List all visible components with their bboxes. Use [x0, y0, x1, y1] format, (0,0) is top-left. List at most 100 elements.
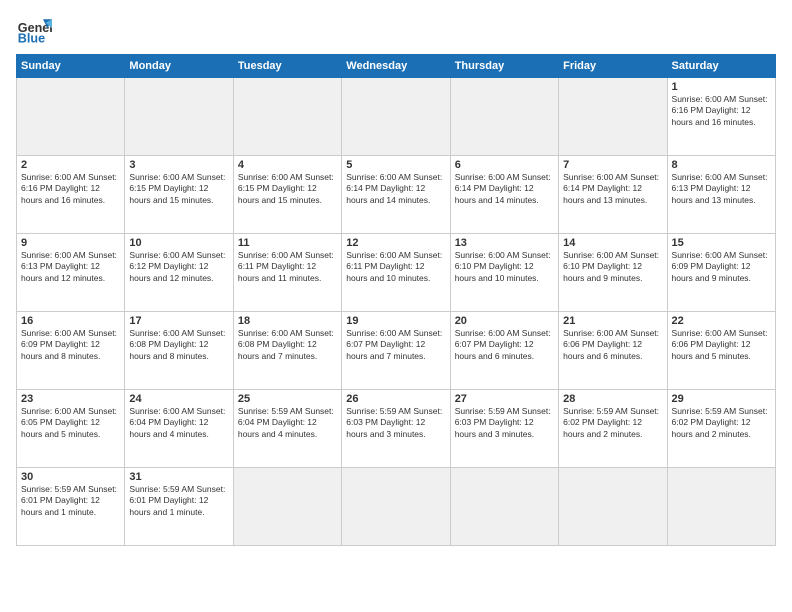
- day-number: 6: [455, 159, 554, 171]
- day-info: Sunrise: 6:00 AM Sunset: 6:06 PM Dayligh…: [563, 328, 662, 362]
- day-info: Sunrise: 6:00 AM Sunset: 6:14 PM Dayligh…: [455, 172, 554, 206]
- weekday-header: Sunday: [17, 55, 125, 78]
- calendar-day-cell: 7Sunrise: 6:00 AM Sunset: 6:14 PM Daylig…: [559, 156, 667, 234]
- calendar-day-cell: 25Sunrise: 5:59 AM Sunset: 6:04 PM Dayli…: [233, 390, 341, 468]
- calendar-header: SundayMondayTuesdayWednesdayThursdayFrid…: [17, 55, 776, 78]
- calendar-day-cell: 2Sunrise: 6:00 AM Sunset: 6:16 PM Daylig…: [17, 156, 125, 234]
- day-info: Sunrise: 6:00 AM Sunset: 6:16 PM Dayligh…: [672, 94, 771, 128]
- calendar-day-cell: 12Sunrise: 6:00 AM Sunset: 6:11 PM Dayli…: [342, 234, 450, 312]
- calendar-day-cell: 16Sunrise: 6:00 AM Sunset: 6:09 PM Dayli…: [17, 312, 125, 390]
- svg-text:Blue: Blue: [18, 32, 45, 46]
- day-number: 4: [238, 159, 337, 171]
- day-number: 20: [455, 315, 554, 327]
- day-info: Sunrise: 6:00 AM Sunset: 6:15 PM Dayligh…: [238, 172, 337, 206]
- calendar-week-row: 30Sunrise: 5:59 AM Sunset: 6:01 PM Dayli…: [17, 468, 776, 546]
- weekday-header: Wednesday: [342, 55, 450, 78]
- day-number: 30: [21, 471, 120, 483]
- day-info: Sunrise: 5:59 AM Sunset: 6:02 PM Dayligh…: [672, 406, 771, 440]
- calendar-day-cell: 3Sunrise: 6:00 AM Sunset: 6:15 PM Daylig…: [125, 156, 233, 234]
- day-number: 18: [238, 315, 337, 327]
- calendar-day-cell: 18Sunrise: 6:00 AM Sunset: 6:08 PM Dayli…: [233, 312, 341, 390]
- day-info: Sunrise: 5:59 AM Sunset: 6:01 PM Dayligh…: [129, 484, 228, 518]
- day-number: 25: [238, 393, 337, 405]
- day-number: 3: [129, 159, 228, 171]
- calendar-day-cell: [233, 78, 341, 156]
- day-number: 13: [455, 237, 554, 249]
- day-number: 1: [672, 81, 771, 93]
- calendar-day-cell: [233, 468, 341, 546]
- day-info: Sunrise: 6:00 AM Sunset: 6:07 PM Dayligh…: [455, 328, 554, 362]
- day-info: Sunrise: 5:59 AM Sunset: 6:02 PM Dayligh…: [563, 406, 662, 440]
- day-info: Sunrise: 5:59 AM Sunset: 6:01 PM Dayligh…: [21, 484, 120, 518]
- weekday-row: SundayMondayTuesdayWednesdayThursdayFrid…: [17, 55, 776, 78]
- day-info: Sunrise: 6:00 AM Sunset: 6:11 PM Dayligh…: [238, 250, 337, 284]
- day-number: 10: [129, 237, 228, 249]
- calendar-day-cell: 23Sunrise: 6:00 AM Sunset: 6:05 PM Dayli…: [17, 390, 125, 468]
- day-info: Sunrise: 6:00 AM Sunset: 6:13 PM Dayligh…: [672, 172, 771, 206]
- calendar-table: SundayMondayTuesdayWednesdayThursdayFrid…: [16, 54, 776, 546]
- day-number: 31: [129, 471, 228, 483]
- calendar-day-cell: [342, 468, 450, 546]
- calendar-week-row: 2Sunrise: 6:00 AM Sunset: 6:16 PM Daylig…: [17, 156, 776, 234]
- day-number: 16: [21, 315, 120, 327]
- day-number: 15: [672, 237, 771, 249]
- day-number: 17: [129, 315, 228, 327]
- calendar-day-cell: 14Sunrise: 6:00 AM Sunset: 6:10 PM Dayli…: [559, 234, 667, 312]
- day-number: 29: [672, 393, 771, 405]
- weekday-header: Thursday: [450, 55, 558, 78]
- day-info: Sunrise: 5:59 AM Sunset: 6:04 PM Dayligh…: [238, 406, 337, 440]
- calendar-day-cell: 5Sunrise: 6:00 AM Sunset: 6:14 PM Daylig…: [342, 156, 450, 234]
- calendar-day-cell: 11Sunrise: 6:00 AM Sunset: 6:11 PM Dayli…: [233, 234, 341, 312]
- calendar-day-cell: 6Sunrise: 6:00 AM Sunset: 6:14 PM Daylig…: [450, 156, 558, 234]
- calendar-week-row: 16Sunrise: 6:00 AM Sunset: 6:09 PM Dayli…: [17, 312, 776, 390]
- calendar-day-cell: [559, 78, 667, 156]
- calendar-day-cell: 30Sunrise: 5:59 AM Sunset: 6:01 PM Dayli…: [17, 468, 125, 546]
- calendar-day-cell: [667, 468, 775, 546]
- day-info: Sunrise: 6:00 AM Sunset: 6:10 PM Dayligh…: [455, 250, 554, 284]
- day-info: Sunrise: 6:00 AM Sunset: 6:05 PM Dayligh…: [21, 406, 120, 440]
- day-number: 5: [346, 159, 445, 171]
- day-number: 11: [238, 237, 337, 249]
- logo: General Blue: [16, 12, 52, 48]
- day-info: Sunrise: 6:00 AM Sunset: 6:04 PM Dayligh…: [129, 406, 228, 440]
- day-info: Sunrise: 5:59 AM Sunset: 6:03 PM Dayligh…: [455, 406, 554, 440]
- weekday-header: Friday: [559, 55, 667, 78]
- day-number: 14: [563, 237, 662, 249]
- calendar-week-row: 9Sunrise: 6:00 AM Sunset: 6:13 PM Daylig…: [17, 234, 776, 312]
- calendar-day-cell: 10Sunrise: 6:00 AM Sunset: 6:12 PM Dayli…: [125, 234, 233, 312]
- calendar-day-cell: 17Sunrise: 6:00 AM Sunset: 6:08 PM Dayli…: [125, 312, 233, 390]
- day-number: 27: [455, 393, 554, 405]
- calendar-week-row: 1Sunrise: 6:00 AM Sunset: 6:16 PM Daylig…: [17, 78, 776, 156]
- day-info: Sunrise: 6:00 AM Sunset: 6:13 PM Dayligh…: [21, 250, 120, 284]
- day-number: 22: [672, 315, 771, 327]
- day-info: Sunrise: 6:00 AM Sunset: 6:09 PM Dayligh…: [21, 328, 120, 362]
- calendar-day-cell: 15Sunrise: 6:00 AM Sunset: 6:09 PM Dayli…: [667, 234, 775, 312]
- logo-icon: General Blue: [16, 12, 52, 48]
- header: General Blue: [16, 12, 776, 48]
- day-number: 24: [129, 393, 228, 405]
- day-info: Sunrise: 6:00 AM Sunset: 6:16 PM Dayligh…: [21, 172, 120, 206]
- calendar-day-cell: 29Sunrise: 5:59 AM Sunset: 6:02 PM Dayli…: [667, 390, 775, 468]
- day-number: 26: [346, 393, 445, 405]
- calendar-day-cell: 22Sunrise: 6:00 AM Sunset: 6:06 PM Dayli…: [667, 312, 775, 390]
- calendar-day-cell: 26Sunrise: 5:59 AM Sunset: 6:03 PM Dayli…: [342, 390, 450, 468]
- calendar-day-cell: 4Sunrise: 6:00 AM Sunset: 6:15 PM Daylig…: [233, 156, 341, 234]
- day-number: 19: [346, 315, 445, 327]
- calendar-day-cell: 27Sunrise: 5:59 AM Sunset: 6:03 PM Dayli…: [450, 390, 558, 468]
- day-number: 23: [21, 393, 120, 405]
- weekday-header: Saturday: [667, 55, 775, 78]
- calendar-day-cell: [559, 468, 667, 546]
- calendar-day-cell: 20Sunrise: 6:00 AM Sunset: 6:07 PM Dayli…: [450, 312, 558, 390]
- day-number: 2: [21, 159, 120, 171]
- calendar-day-cell: 9Sunrise: 6:00 AM Sunset: 6:13 PM Daylig…: [17, 234, 125, 312]
- calendar-day-cell: 28Sunrise: 5:59 AM Sunset: 6:02 PM Dayli…: [559, 390, 667, 468]
- calendar-body: 1Sunrise: 6:00 AM Sunset: 6:16 PM Daylig…: [17, 78, 776, 546]
- day-number: 21: [563, 315, 662, 327]
- day-number: 28: [563, 393, 662, 405]
- calendar-day-cell: [450, 468, 558, 546]
- day-info: Sunrise: 6:00 AM Sunset: 6:09 PM Dayligh…: [672, 250, 771, 284]
- day-info: Sunrise: 6:00 AM Sunset: 6:15 PM Dayligh…: [129, 172, 228, 206]
- day-info: Sunrise: 6:00 AM Sunset: 6:11 PM Dayligh…: [346, 250, 445, 284]
- calendar-day-cell: 1Sunrise: 6:00 AM Sunset: 6:16 PM Daylig…: [667, 78, 775, 156]
- weekday-header: Monday: [125, 55, 233, 78]
